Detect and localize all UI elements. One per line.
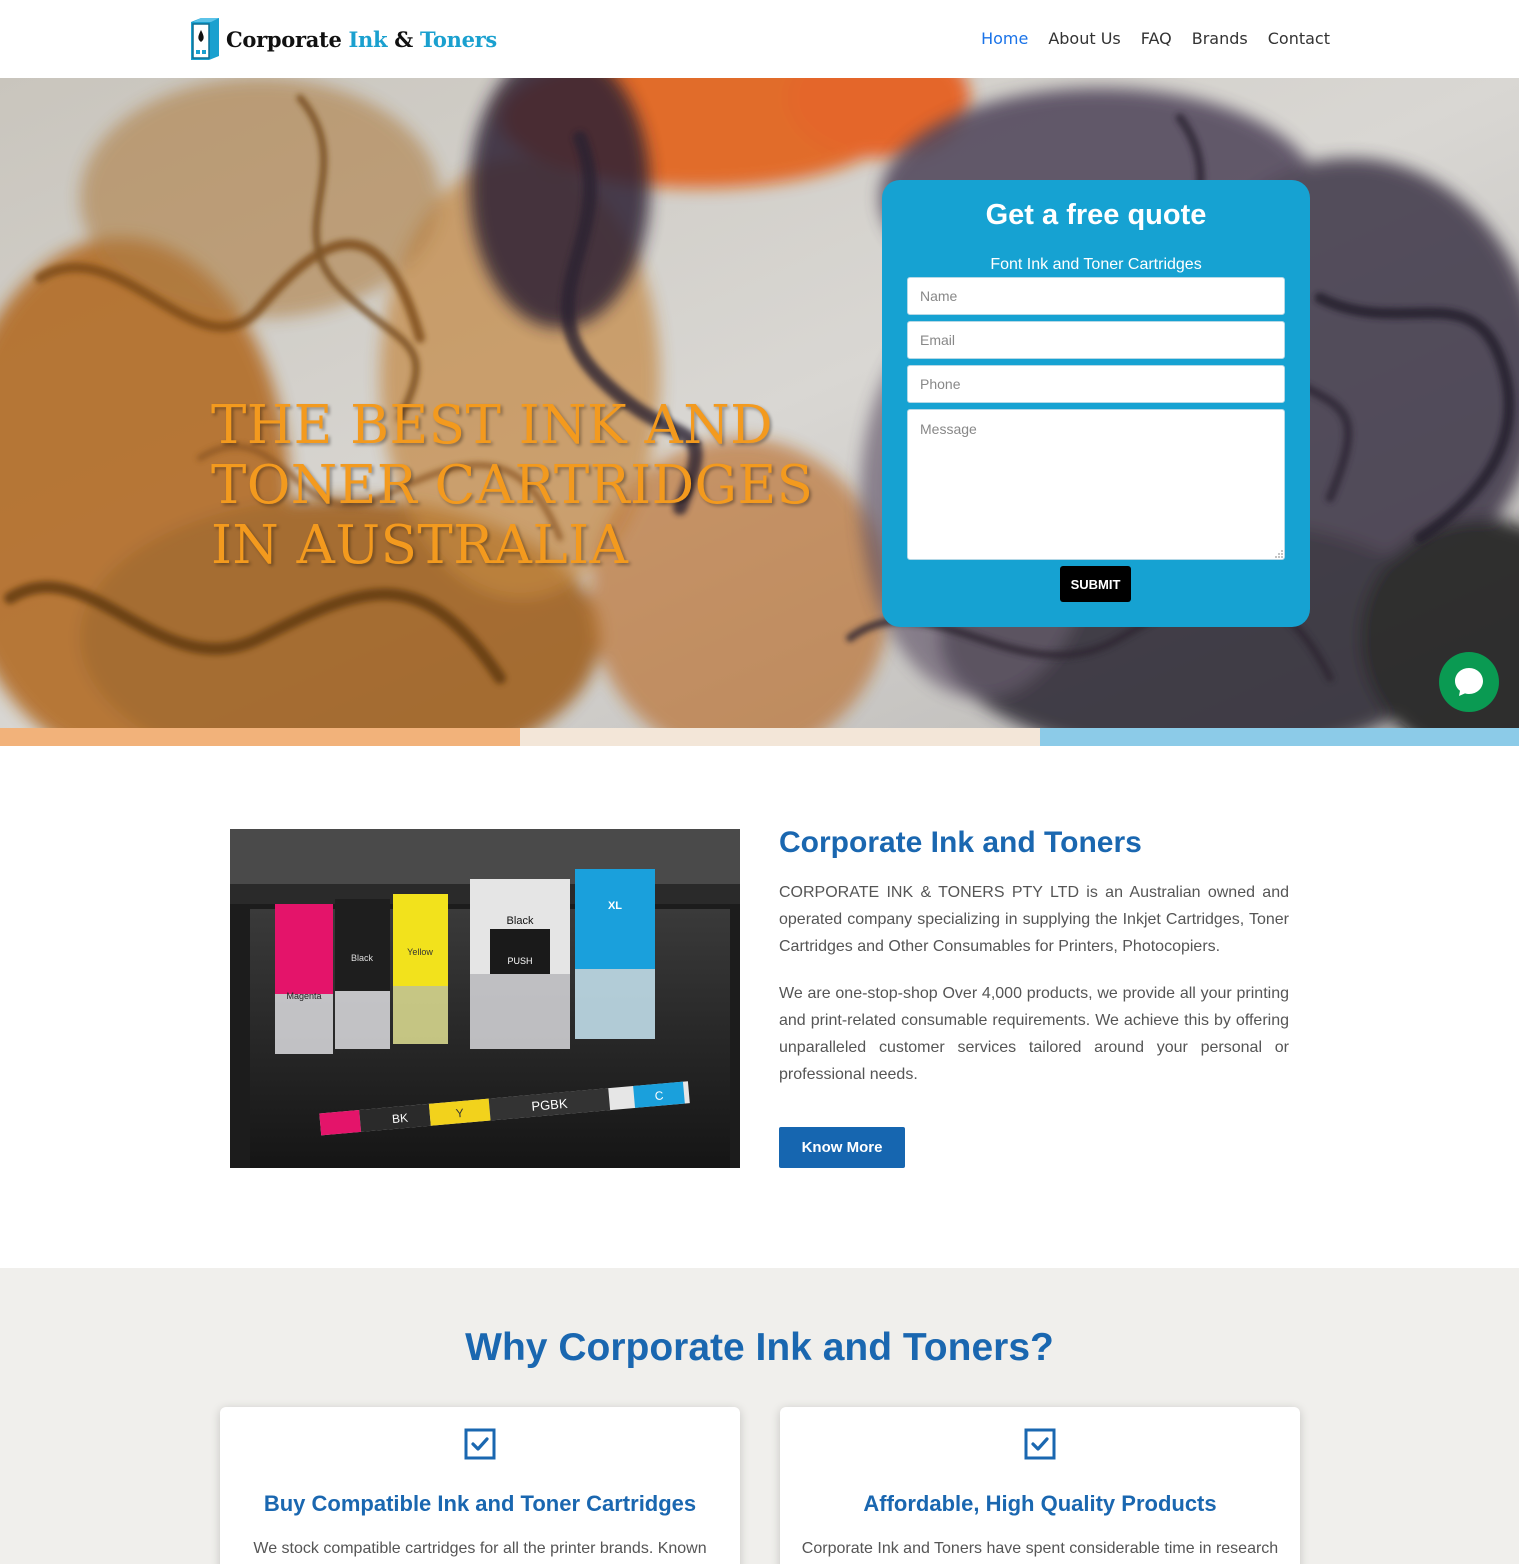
tray-label-c: C [654,1088,664,1103]
feature-card-text: Corporate Ink and Toners have spent cons… [801,1540,1279,1557]
about-title: Corporate Ink and Toners [779,826,1142,859]
about-paragraph-1: CORPORATE INK & TONERS PTY LTD is an Aus… [779,884,1289,955]
label-yellow: Yellow [407,947,433,957]
email-input[interactable] [907,321,1285,359]
site-header: Corporate Ink & Toners Home About Us FAQ… [0,0,1519,78]
nav-home[interactable]: Home [981,29,1028,48]
hero-title: THE BEST INK AND TONER CARTRIDGES IN AUS… [211,395,814,576]
quote-form-title: Get a free quote [985,199,1207,231]
main-nav: Home About Us FAQ Brands Contact [981,29,1330,48]
phone-input[interactable] [907,365,1285,403]
why-title: Why Corporate Ink and Toners? [465,1326,1054,1369]
message-textarea[interactable] [907,409,1285,560]
know-more-button[interactable]: Know More [779,1127,905,1168]
hero-section: THE BEST INK AND TONER CARTRIDGES IN AUS… [0,78,1519,746]
quote-form-subtitle: Font Ink and Toner Cartridges [990,256,1202,273]
tray-label-y: Y [455,1106,464,1121]
nav-about-us[interactable]: About Us [1048,29,1120,48]
label-push: PUSH [507,956,532,966]
cartridges-photo: Magenta Black Yellow Black PUSH XL BK Y … [230,829,740,1168]
label-magenta: Magenta [286,991,321,1001]
name-input[interactable] [907,277,1285,315]
label-black-xl: Black [507,915,534,927]
label-black: Black [351,953,374,963]
nav-brands[interactable]: Brands [1192,29,1248,48]
chat-bubble-icon [1455,668,1483,696]
label-cyan-xl: XL [608,900,622,912]
feature-card-title: Affordable, High Quality Products [863,1491,1217,1516]
logo[interactable]: Corporate Ink & Toners [189,16,497,62]
about-paragraph-2: We are one-stop-shop Over 4,000 products… [779,985,1289,1083]
checkbox-icon [1024,1428,1056,1460]
tray-label-bk: BK [391,1111,408,1126]
chat-widget-button[interactable] [1439,652,1499,712]
nav-contact[interactable]: Contact [1268,29,1330,48]
quote-form: Get a free quote Font Ink and Toner Cart… [882,180,1310,627]
logo-cartridge-icon [191,18,219,60]
logo-wordmark: Corporate Ink & Toners [226,26,497,52]
feature-card: Buy Compatible Ink and Toner Cartridges … [220,1407,740,1564]
nav-faq[interactable]: FAQ [1141,29,1172,48]
checkbox-icon [464,1428,496,1460]
feature-card: Affordable, High Quality Products Corpor… [780,1407,1300,1564]
resize-grip-icon[interactable] [1275,550,1283,558]
submit-button[interactable]: SUBMIT [1060,566,1131,602]
tray-label-pgbk: PGBK [531,1096,569,1114]
feature-card-text: We stock compatible cartridges for all t… [253,1540,707,1557]
why-section: Why Corporate Ink and Toners? Buy Compat… [0,1268,1519,1564]
feature-card-title: Buy Compatible Ink and Toner Cartridges [263,1491,697,1516]
